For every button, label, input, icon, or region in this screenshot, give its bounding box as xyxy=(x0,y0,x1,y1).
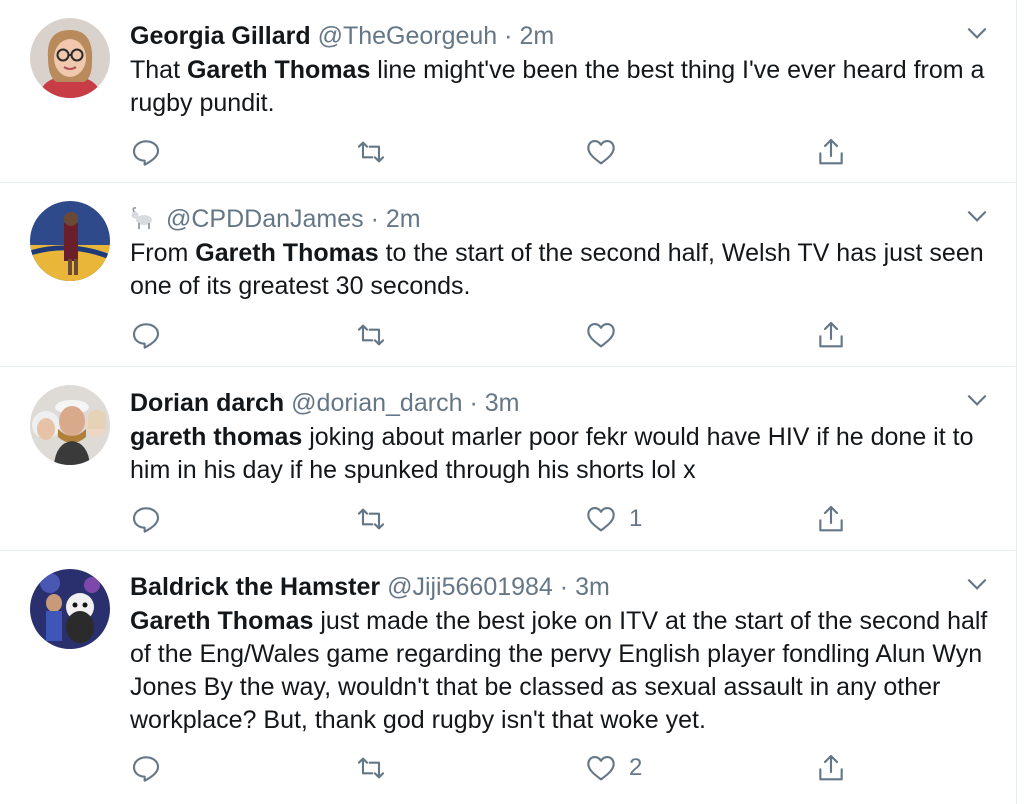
tweet[interactable]: @CPDDanJames · 2m From Gareth Thomas to … xyxy=(0,183,1016,367)
like-button[interactable] xyxy=(585,134,629,170)
heart-icon xyxy=(587,140,615,165)
tweet[interactable]: Georgia Gillard @TheGeorgeuh · 2m That G… xyxy=(0,0,1016,183)
chevron-down-icon[interactable] xyxy=(964,571,990,597)
share-icon xyxy=(819,505,843,532)
share-button[interactable] xyxy=(815,317,847,353)
like-button[interactable]: 1 xyxy=(585,501,642,537)
tweet-header: Baldrick the Hamster @Jiji56601984 · 3m xyxy=(130,572,610,602)
retweet-button[interactable] xyxy=(355,501,387,537)
share-icon xyxy=(819,321,843,348)
retweet-icon xyxy=(357,324,385,346)
chevron-down-icon[interactable] xyxy=(964,387,990,413)
tweet-text-pre: From xyxy=(130,239,196,267)
separator: · xyxy=(559,573,569,601)
tweet-actions xyxy=(130,317,990,353)
author-name[interactable]: Baldrick the Hamster xyxy=(130,573,380,601)
share-button[interactable] xyxy=(815,134,847,170)
tweet-header: Dorian darch @dorian_darch · 3m xyxy=(130,388,519,418)
like-count: 1 xyxy=(629,505,643,532)
tweet-feed: Georgia Gillard @TheGeorgeuh · 2m That G… xyxy=(0,0,1017,804)
tweet[interactable]: Baldrick the Hamster @Jiji56601984 · 3m … xyxy=(0,551,1016,804)
tweet-text-bold: Gareth Thomas xyxy=(195,239,379,267)
separator: · xyxy=(370,205,379,233)
share-button[interactable] xyxy=(815,750,847,786)
tweet-text-bold: gareth thomas xyxy=(130,423,303,451)
author-handle[interactable]: @CPDDanJames xyxy=(166,205,364,233)
reply-button[interactable] xyxy=(130,750,162,786)
retweet-icon xyxy=(357,508,385,530)
avatar[interactable] xyxy=(30,18,110,98)
tweet-text-bold: Gareth Thomas xyxy=(130,607,314,635)
reply-button[interactable] xyxy=(130,134,162,170)
heart-icon xyxy=(587,756,615,781)
tweet[interactable]: Dorian darch @dorian_darch · 3m gareth t… xyxy=(0,367,1016,551)
share-button[interactable] xyxy=(815,501,847,537)
author-name[interactable]: Dorian darch xyxy=(130,389,284,417)
retweet-icon xyxy=(357,757,385,779)
heart-icon xyxy=(587,323,615,348)
separator: · xyxy=(469,389,478,417)
reply-icon xyxy=(132,507,160,533)
avatar[interactable] xyxy=(30,569,110,649)
tweet-text-bold: Gareth Thomas xyxy=(186,56,371,84)
like-button[interactable] xyxy=(585,317,629,353)
reply-button[interactable] xyxy=(130,317,162,353)
tweet-actions xyxy=(130,134,990,170)
avatar[interactable] xyxy=(30,385,110,465)
tweet-text: gareth thomas joking about marler poor f… xyxy=(130,421,990,487)
tweet-actions: 2 xyxy=(130,750,990,786)
tweet-header: @CPDDanJames · 2m xyxy=(130,204,421,234)
author-name[interactable]: Georgia Gillard xyxy=(130,22,311,50)
tweet-text: That Gareth Thomas line might've been th… xyxy=(130,54,990,120)
reply-button[interactable] xyxy=(130,501,162,537)
author-handle[interactable]: @TheGeorgeuh xyxy=(318,22,498,50)
reply-icon xyxy=(132,323,160,349)
share-icon xyxy=(819,754,843,781)
timestamp[interactable]: 3m xyxy=(575,573,610,601)
tweet-header: Georgia Gillard @TheGeorgeuh · 2m xyxy=(130,21,554,51)
goat-emoji-icon xyxy=(131,207,152,229)
timestamp[interactable]: 3m xyxy=(485,389,520,417)
timestamp[interactable]: 2m xyxy=(519,22,554,50)
retweet-icon xyxy=(357,141,385,163)
separator: · xyxy=(504,22,513,50)
share-icon xyxy=(819,138,843,165)
tweet-actions: 1 xyxy=(130,501,990,537)
heart-icon xyxy=(587,507,615,532)
reply-icon xyxy=(132,756,160,782)
tweet-text-pre: That xyxy=(130,56,187,84)
author-handle[interactable]: @dorian_darch xyxy=(291,389,462,417)
retweet-button[interactable] xyxy=(355,750,387,786)
like-button[interactable]: 2 xyxy=(585,750,642,786)
avatar[interactable] xyxy=(30,201,110,281)
chevron-down-icon[interactable] xyxy=(964,20,990,46)
author-handle[interactable]: @Jiji56601984 xyxy=(387,573,553,601)
tweet-text: From Gareth Thomas to the start of the s… xyxy=(130,237,990,303)
retweet-button[interactable] xyxy=(355,134,387,170)
reply-icon xyxy=(132,140,160,166)
chevron-down-icon[interactable] xyxy=(964,203,990,229)
tweet-text: Gareth Thomas just made the best joke on… xyxy=(130,605,990,737)
retweet-button[interactable] xyxy=(355,317,387,353)
like-count: 2 xyxy=(629,754,643,781)
timestamp[interactable]: 2m xyxy=(386,205,421,233)
